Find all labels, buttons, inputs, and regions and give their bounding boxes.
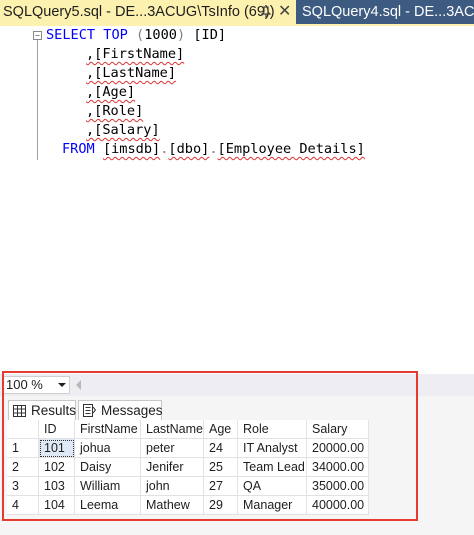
messages-icon: [83, 404, 96, 417]
column-age: ,[Age]: [86, 84, 136, 100]
tab-results-label: Results: [31, 403, 77, 418]
tab-results[interactable]: Results: [8, 400, 76, 420]
cell-salary[interactable]: 35000.00: [307, 477, 369, 496]
code-line-select: SELECT TOP (1000) [ID]: [46, 26, 226, 45]
dot-separator: .: [209, 141, 218, 157]
chevron-down-icon: [58, 383, 66, 387]
cell-role[interactable]: Team Lead: [238, 458, 307, 477]
column-firstname: ,[FirstName]: [86, 46, 185, 62]
table-row[interactable]: 2 102 Daisy Jenifer 25 Team Lead 34000.0…: [7, 458, 407, 477]
cell-firstname[interactable]: Leema: [75, 496, 141, 515]
close-tab-icon[interactable]: ✕: [278, 1, 291, 21]
column-salary: ,[Salary]: [86, 122, 160, 138]
cell-firstname[interactable]: Daisy: [75, 458, 141, 477]
paren-open: (: [136, 27, 145, 43]
cell-lastname[interactable]: john: [141, 477, 204, 496]
cell-salary[interactable]: 20000.00: [307, 439, 369, 458]
zoom-dropdown[interactable]: 100 %: [2, 376, 70, 394]
header-firstname[interactable]: FirstName: [75, 420, 141, 439]
cell-id[interactable]: 103: [39, 477, 75, 496]
editor-status-bar: 100 %: [0, 374, 474, 396]
tab-sqlquery4[interactable]: SQLQuery4.sql - DE...3ACUG: [296, 0, 474, 24]
cell-age[interactable]: 24: [204, 439, 238, 458]
table-name: [Employee Details]: [217, 141, 365, 157]
cell-salary[interactable]: 34000.00: [307, 458, 369, 477]
cell-id[interactable]: 104: [39, 496, 75, 515]
cell-lastname[interactable]: Mathew: [141, 496, 204, 515]
table-row[interactable]: 1 101 johua peter 24 IT Analyst 20000.00: [7, 439, 407, 458]
column-role: ,[Role]: [86, 103, 144, 119]
code-line-column: ,[Salary]: [86, 121, 160, 140]
top-value: 1000: [144, 27, 177, 43]
cell-age[interactable]: 29: [204, 496, 238, 515]
keyword-select: SELECT: [46, 27, 96, 43]
cell-id[interactable]: 102: [39, 458, 75, 477]
column-id: [ID]: [193, 27, 227, 43]
editor-gutter: [0, 26, 30, 370]
cell-age[interactable]: 25: [204, 458, 238, 477]
grid-icon: [13, 404, 26, 417]
document-tab-strip: SQLQuery5.sql - DE...3ACUG\TsInfo (69)) …: [0, 0, 474, 24]
cell-role[interactable]: IT Analyst: [238, 439, 307, 458]
header-role[interactable]: Role: [238, 420, 307, 439]
grid-header-row: ID FirstName LastName Age Role Salary: [7, 420, 407, 439]
keyword-top: TOP: [103, 27, 128, 43]
pin-icon[interactable]: [258, 4, 274, 20]
cell-firstname[interactable]: William: [75, 477, 141, 496]
row-number[interactable]: 2: [7, 458, 39, 477]
query-editor[interactable]: − SELECT TOP (1000) [ID] ,[FirstName] ,[…: [0, 26, 474, 370]
paren-close: ): [176, 27, 186, 43]
code-line-column: ,[Age]: [86, 83, 135, 102]
zoom-value: 100 %: [6, 377, 43, 392]
outline-guide: [37, 40, 38, 160]
column-lastname: ,[LastName]: [86, 65, 177, 81]
code-line-column: ,[LastName]: [86, 64, 176, 83]
table-row[interactable]: 4 104 Leema Mathew 29 Manager 40000.00: [7, 496, 407, 515]
row-number[interactable]: 4: [7, 496, 39, 515]
tab-sqlquery4-label: SQLQuery4.sql - DE...3ACUG: [302, 4, 474, 20]
row-number[interactable]: 1: [7, 439, 39, 458]
cell-age[interactable]: 27: [204, 477, 238, 496]
tab-sqlquery5-label: SQLQuery5.sql - DE...3ACUG\TsInfo (69)): [3, 4, 275, 20]
header-id[interactable]: ID: [39, 420, 75, 439]
cell-role[interactable]: QA: [238, 477, 307, 496]
cell-lastname[interactable]: peter: [141, 439, 204, 458]
database-name: [imsdb]: [102, 141, 161, 157]
keyword-from: FROM: [62, 141, 95, 157]
table-row[interactable]: 3 103 William john 27 QA 35000.00: [7, 477, 407, 496]
results-tab-strip: Results Messages: [0, 398, 474, 420]
header-lastname[interactable]: LastName: [141, 420, 204, 439]
tab-sqlquery5[interactable]: SQLQuery5.sql - DE...3ACUG\TsInfo (69)): [0, 0, 296, 24]
header-salary[interactable]: Salary: [307, 420, 369, 439]
cell-id[interactable]: 101: [39, 439, 75, 458]
collapse-region-icon[interactable]: −: [33, 31, 42, 40]
code-line-column: ,[FirstName]: [86, 45, 184, 64]
cell-lastname[interactable]: Jenifer: [141, 458, 204, 477]
scroll-left-icon[interactable]: [76, 380, 81, 390]
code-line-column: ,[Role]: [86, 102, 143, 121]
schema-name: [dbo]: [168, 141, 210, 157]
tab-messages-label: Messages: [101, 403, 163, 418]
header-corner[interactable]: [7, 420, 39, 439]
cell-salary[interactable]: 40000.00: [307, 496, 369, 515]
header-age[interactable]: Age: [204, 420, 238, 439]
row-number[interactable]: 3: [7, 477, 39, 496]
cell-firstname[interactable]: johua: [75, 439, 141, 458]
tab-messages[interactable]: Messages: [78, 400, 163, 420]
cell-role[interactable]: Manager: [238, 496, 307, 515]
code-line-from: FROM [imsdb].[dbo].[Employee Details]: [62, 140, 365, 159]
